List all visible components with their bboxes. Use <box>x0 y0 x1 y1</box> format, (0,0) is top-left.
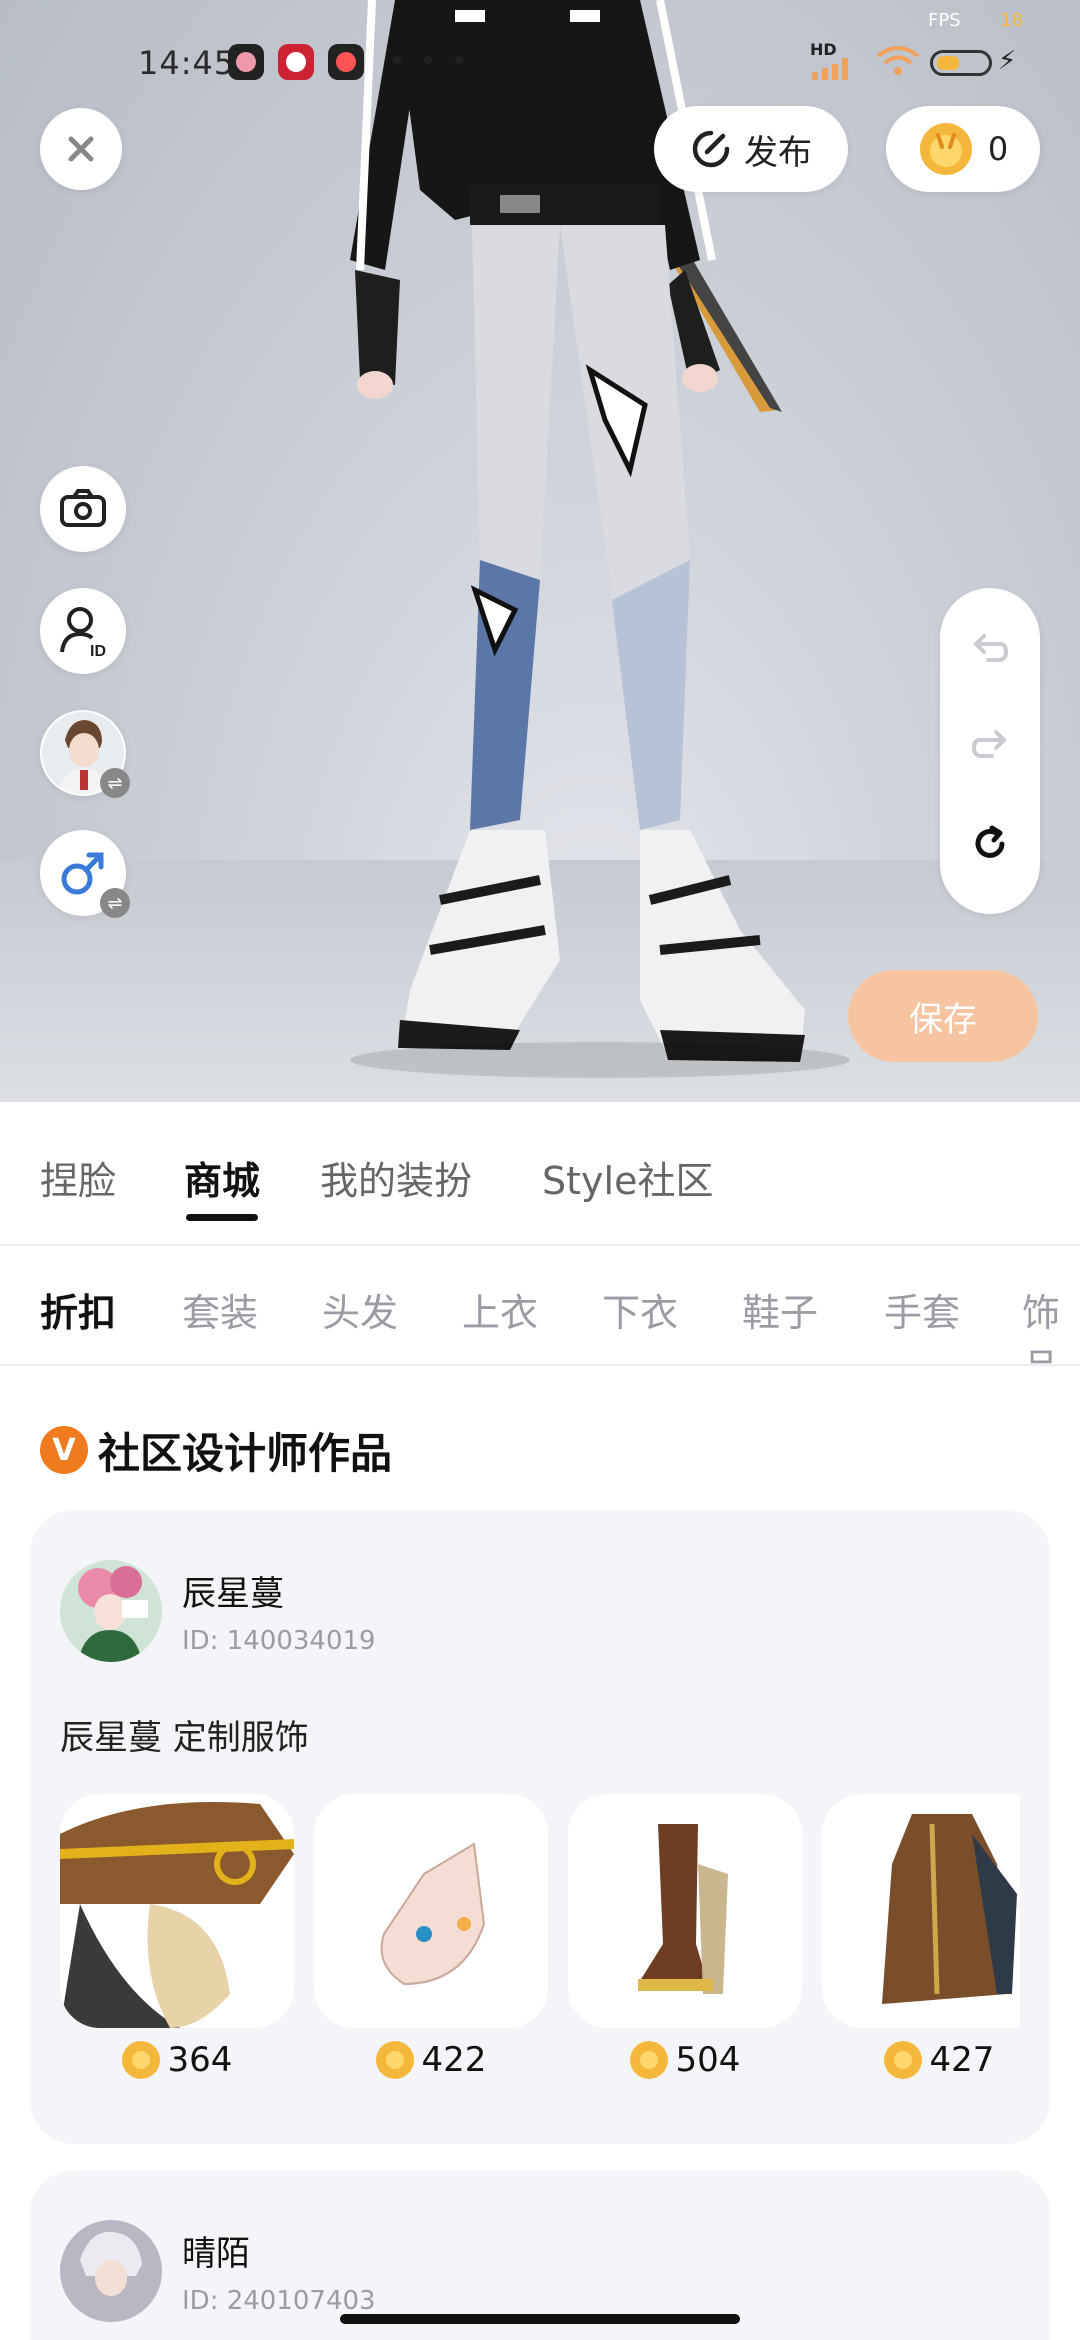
coin-balance[interactable]: 0 <box>886 106 1040 192</box>
wifi-icon <box>876 46 920 75</box>
more-notifications: • • • <box>388 44 471 79</box>
designer-id: ID: 140034019 <box>182 1626 376 1656</box>
app-screen: 14:45 • • • FPS 18 HD ⚡ 发布 0 ID ⇌ ⇌ 保存 捏… <box>0 0 1080 2340</box>
coin-icon <box>375 2041 414 2079</box>
publish-icon <box>692 130 730 168</box>
battery-icon <box>930 50 992 76</box>
category-hair[interactable]: 头发 <box>322 1282 398 1337</box>
item-price-value: 427 <box>929 2040 995 2080</box>
close-button[interactable] <box>40 108 122 190</box>
tab-face[interactable]: 捏脸 <box>40 1150 116 1205</box>
item-price-value: 504 <box>675 2040 741 2080</box>
v-badge-icon: V <box>40 1426 88 1474</box>
category-suits[interactable]: 套装 <box>182 1282 258 1337</box>
item-price: 427 <box>822 2040 1020 2080</box>
coin-icon <box>629 2041 668 2079</box>
status-time: 14:45 <box>138 44 236 82</box>
profile-id-icon: ID <box>60 607 106 658</box>
profile-id-button[interactable]: ID <box>40 588 126 674</box>
network-type: HD <box>810 40 837 59</box>
item-price-value: 422 <box>421 2040 487 2080</box>
designer-description: 辰星蔓 定制服饰 <box>60 1718 309 1758</box>
hand-ring-image <box>314 1794 548 2028</box>
svg-text:ID: ID <box>90 643 106 658</box>
pirate-hat-hair-image <box>60 1794 294 2028</box>
switch-icon: ⇌ <box>100 768 130 798</box>
section-title: 社区设计师作品 <box>98 1428 393 1478</box>
shop-item[interactable]: 422 <box>314 1794 548 2080</box>
fps-value: 18 <box>1000 10 1023 31</box>
publish-button[interactable]: 发布 <box>654 106 848 192</box>
shop-item[interactable]: 504 <box>568 1794 802 2080</box>
category-bar: 折扣 套装 头发 上衣 下衣 鞋子 手套 饰品 <box>0 1248 1080 1366</box>
shop-item[interactable]: 364 <box>60 1794 294 2080</box>
avatar-switch-button[interactable]: ⇌ <box>40 710 130 798</box>
category-accessories[interactable]: 饰品 <box>1022 1282 1080 1364</box>
avatar-image <box>60 1560 162 1662</box>
item-row: 364 422 504 427 <box>60 1794 1020 2084</box>
signal-icon <box>812 58 848 80</box>
designer-avatar[interactable] <box>60 1560 162 1662</box>
camera-button[interactable] <box>40 466 126 552</box>
tab-my-outfits[interactable]: 我的装扮 <box>320 1150 472 1205</box>
item-price: 504 <box>568 2040 802 2080</box>
gender-switch-button[interactable]: ⇌ <box>40 830 130 918</box>
coat-image <box>822 1794 1020 2028</box>
status-bar: 14:45 • • • FPS 18 HD ⚡ <box>0 0 1080 120</box>
coin-balance-value: 0 <box>987 130 1009 168</box>
category-bottoms[interactable]: 下衣 <box>602 1282 678 1337</box>
reset-icon[interactable] <box>970 824 1010 864</box>
designer-avatar[interactable] <box>60 2220 162 2322</box>
close-icon <box>68 136 94 162</box>
avatar-stage[interactable]: 14:45 • • • FPS 18 HD ⚡ 发布 0 ID ⇌ ⇌ 保存 <box>0 0 1080 1102</box>
section-header: V 社区设计师作品 <box>40 1420 392 1480</box>
app-icon-camera <box>328 44 364 80</box>
category-gloves[interactable]: 手套 <box>884 1282 960 1337</box>
history-panel <box>940 588 1040 914</box>
coin-icon <box>919 123 972 175</box>
tab-style-community[interactable]: Style社区 <box>542 1150 713 1205</box>
item-price-value: 364 <box>167 2040 233 2080</box>
item-price: 364 <box>60 2040 294 2080</box>
item-thumbnail <box>60 1794 294 2028</box>
coin-icon <box>883 2041 922 2079</box>
item-thumbnail <box>822 1794 1020 2028</box>
item-thumbnail <box>314 1794 548 2028</box>
category-shoes[interactable]: 鞋子 <box>742 1282 818 1337</box>
tab-shop[interactable]: 商城 <box>184 1150 260 1205</box>
switch-icon: ⇌ <box>100 888 130 918</box>
boots-image <box>568 1794 802 2028</box>
active-tab-indicator <box>186 1214 258 1221</box>
fps-label: FPS <box>928 10 961 31</box>
category-tops[interactable]: 上衣 <box>462 1282 538 1337</box>
designer-id: ID: 240107403 <box>182 2286 376 2316</box>
charging-icon: ⚡ <box>998 46 1017 76</box>
redo-icon[interactable] <box>970 724 1010 764</box>
avatar-image <box>60 2220 162 2322</box>
app-icon-record <box>278 44 314 80</box>
item-price: 422 <box>314 2040 548 2080</box>
app-icon-paw <box>228 44 264 80</box>
male-gender-icon <box>61 852 104 895</box>
shop-item[interactable]: 427 <box>822 1794 1020 2080</box>
save-button[interactable]: 保存 <box>848 970 1038 1062</box>
designer-name: 辰星蔓 <box>182 1574 284 1614</box>
camera-icon <box>60 489 106 527</box>
undo-icon[interactable] <box>970 628 1010 668</box>
home-indicator[interactable] <box>340 2314 740 2324</box>
designer-card[interactable]: 辰星蔓 ID: 140034019 辰星蔓 定制服饰 364 422 504 4… <box>30 1510 1050 2144</box>
main-tabs: 捏脸 商城 我的装扮 Style社区 <box>0 1102 1080 1246</box>
category-discount[interactable]: 折扣 <box>40 1282 116 1337</box>
designer-name: 晴陌 <box>182 2234 250 2274</box>
publish-label: 发布 <box>744 132 812 173</box>
item-thumbnail <box>568 1794 802 2028</box>
coin-icon <box>121 2041 160 2079</box>
